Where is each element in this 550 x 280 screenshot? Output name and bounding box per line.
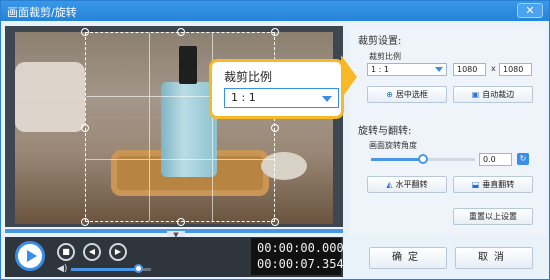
current-time: 00:00:00.000 [257,241,344,255]
crop-width-input[interactable]: 1080 [453,63,486,76]
callout-ratio-select[interactable]: 1 : 1 [224,88,339,108]
crop-section-title: 裁剪设置: [358,36,402,47]
rotate-section-title: 旋转与翻转: [358,126,412,137]
rotation-knob[interactable] [418,154,428,164]
horizontal-flip-button[interactable]: ◭ 水平翻转 [367,176,447,193]
total-time: 00:00:07.354 [257,257,344,271]
crop-handle-bottom[interactable] [177,218,185,226]
chevron-down-icon [322,96,332,102]
reset-button[interactable]: 重置以上设置 [453,208,533,225]
rotation-fill [371,158,423,161]
close-button[interactable]: ✕ [517,3,543,18]
auto-crop-button[interactable]: ▣ 自动裁边 [453,86,533,103]
window-title: 画面裁剪/旋转 [7,6,77,19]
grid-line [86,159,274,160]
crop-ratio-callout: 裁剪比例 1 : 1 [209,59,344,119]
crop-handle-bottom-left[interactable] [81,218,89,226]
crop-handle-bottom-right[interactable] [271,218,279,226]
time-display: 00:00:00.000 00:00:07.354 [251,238,344,275]
center-crop-button[interactable]: ⊕ 居中选框 [367,86,447,103]
play-button[interactable] [15,241,45,271]
crop-ratio-select[interactable]: 1 : 1 [367,63,447,76]
cancel-button[interactable]: 取消 [455,247,533,269]
auto-crop-icon: ▣ [471,90,480,99]
stop-button[interactable]: ■ [57,243,75,261]
ok-button[interactable]: 确定 [369,247,447,269]
crop-handle-left[interactable] [81,124,89,132]
crop-ratio-value: 1 : 1 [371,65,389,74]
callout-ratio-value: 1 : 1 [231,91,256,104]
previous-frame-button[interactable]: ◀ [83,243,101,261]
title-bar: 画面裁剪/旋转 ✕ [1,1,549,21]
flip-horizontal-icon: ◭ [386,180,393,189]
towel-shape [15,62,85,132]
rotation-angle-input[interactable]: 0.0 [479,153,512,166]
crop-handle-top-right[interactable] [271,28,279,36]
video-preview [5,26,343,227]
crop-handle-top[interactable] [177,28,185,36]
center-crop-label: 居中选框 [395,90,428,99]
center-icon: ⊕ [386,90,393,99]
auto-crop-label: 自动裁边 [482,90,515,99]
horizontal-flip-label: 水平翻转 [395,180,428,189]
crop-height-input[interactable]: 1080 [499,63,532,76]
vertical-flip-label: 垂直翻转 [482,180,515,189]
volume-icon[interactable]: ◀) [57,264,67,274]
grid-line [149,33,150,221]
flip-vertical-icon: ⬓ [471,180,480,189]
player-controls: ■ ◀ ▶ ◀) 00:00:00.000 00:00:07.354 [5,237,344,277]
callout-label: 裁剪比例 [224,70,273,84]
settings-panel: 裁剪设置: 裁剪比例 1 : 1 1080 x 1080 ⊕ 居中选框 ▣ 自动裁边… [349,26,546,235]
crop-rotate-window: 画面裁剪/旋转 ✕ ▼ ■ ◀ ▶ ◀) 00:00:00.000 00:00:… [0,0,550,280]
vertical-flip-button[interactable]: ⬓ 垂直翻转 [453,176,533,193]
volume-fill [71,268,139,271]
crop-handle-right[interactable] [271,124,279,132]
next-frame-button[interactable]: ▶ [109,243,127,261]
rotate-icon[interactable]: ↻ [517,153,529,165]
rotation-angle-label: 画面旋转角度 [369,141,417,150]
crop-ratio-label: 裁剪比例 [369,52,401,61]
chevron-down-icon [435,67,443,72]
crop-handle-top-left[interactable] [81,28,89,36]
times-symbol: x [491,64,496,73]
volume-knob[interactable] [134,264,143,273]
